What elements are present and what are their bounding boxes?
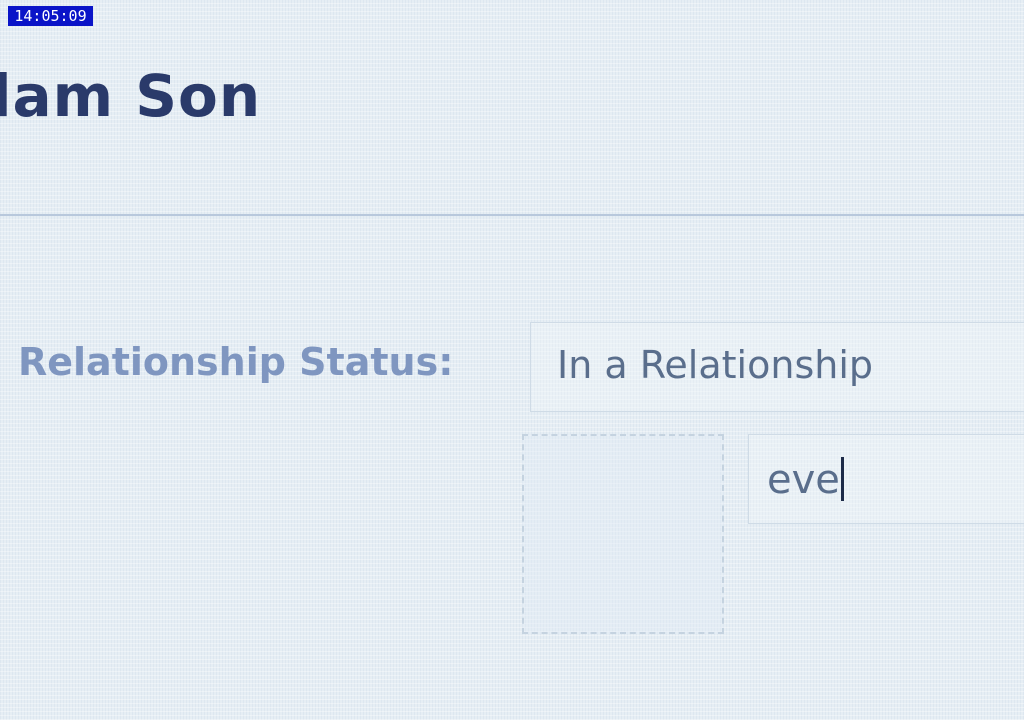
partner-name-text: eve (767, 457, 840, 503)
text-cursor (840, 457, 844, 501)
partner-name-value: eve (767, 457, 844, 503)
relationship-status-select[interactable]: In a Relationship (530, 322, 1024, 412)
relationship-status-label: Relationship Status: (18, 340, 454, 384)
partner-name-input[interactable]: eve (748, 434, 1024, 524)
profile-name: dam Son (0, 62, 262, 130)
timestamp-overlay: 14:05:09 (8, 6, 93, 26)
partner-photo-placeholder (522, 434, 724, 634)
header-divider (0, 214, 1024, 216)
relationship-status-value: In a Relationship (557, 343, 874, 387)
